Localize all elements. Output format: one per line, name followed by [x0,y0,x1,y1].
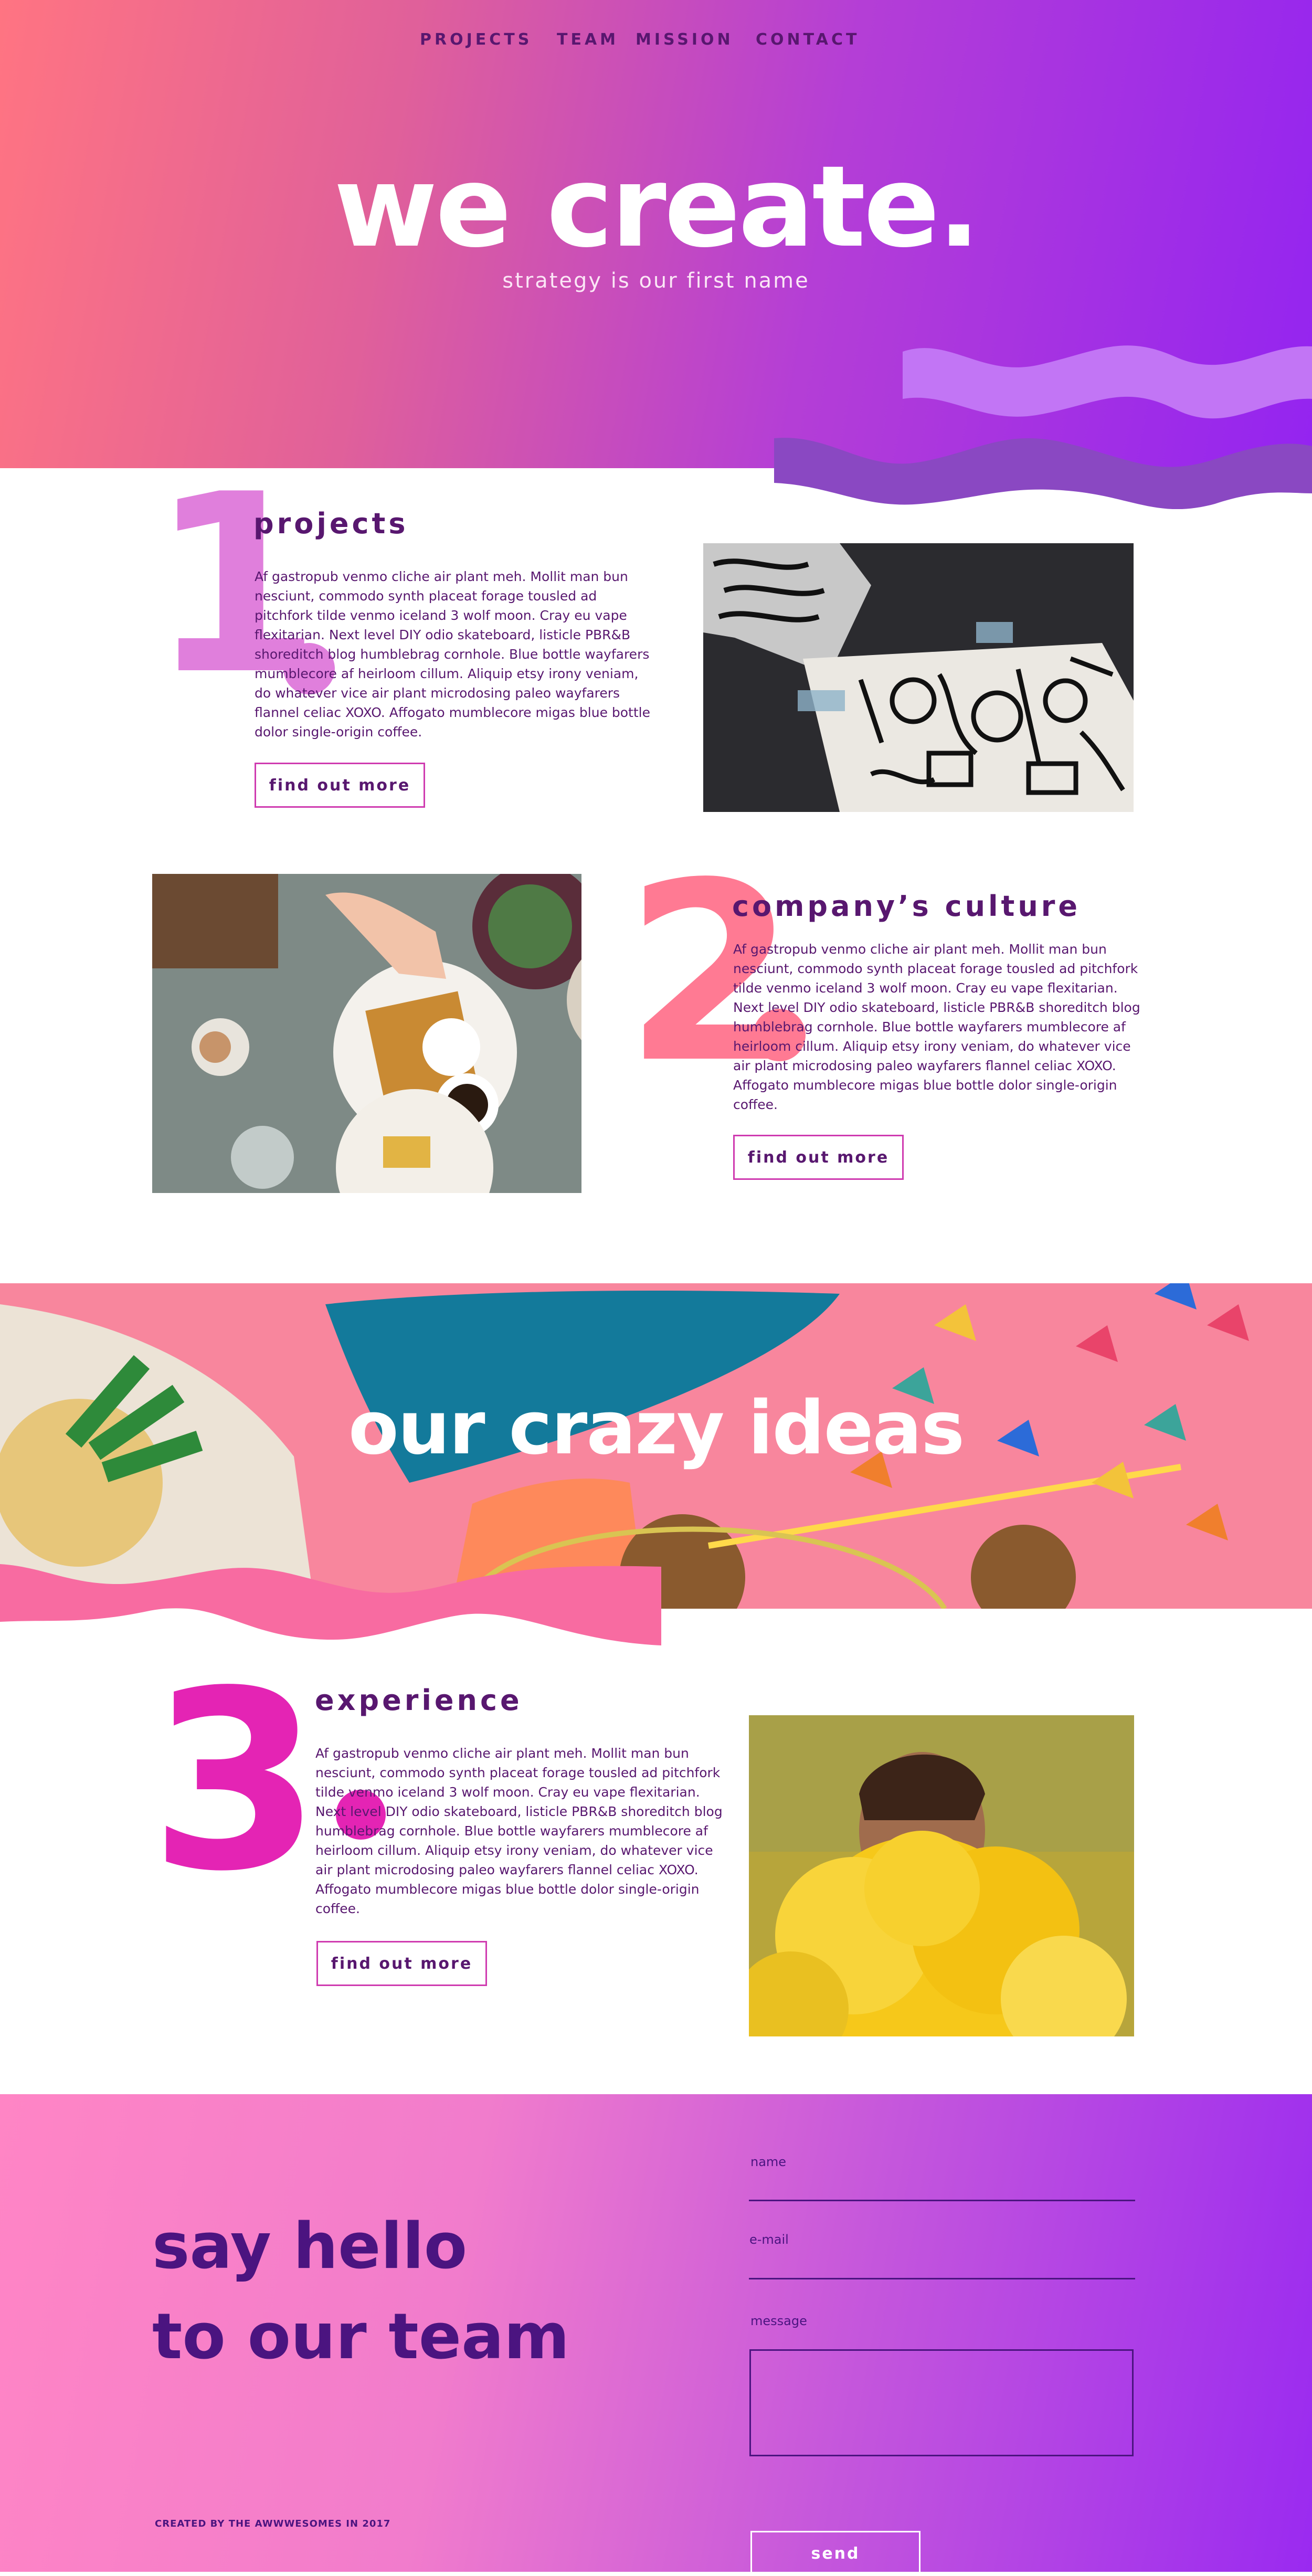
email-field[interactable] [749,2278,1135,2279]
nav-team[interactable]: TEAM [557,30,619,49]
name-field[interactable] [749,2200,1135,2201]
contact-heading: say hello to our team [152,2202,569,2382]
section-body-projects: Af gastropub venmo cliche air plant meh.… [255,569,650,740]
street-art-drawing-image [703,543,1134,812]
nav-contact[interactable]: CONTACT [756,30,860,49]
brunch-waffles-image [152,874,581,1193]
experience-photo [749,1715,1134,2036]
nav-projects[interactable]: PROJECTS [420,30,532,49]
section-body-experience: Af gastropub venmo cliche air plant meh.… [315,1746,723,1916]
name-label: name [750,2155,787,2169]
find-out-more-button[interactable]: find out more [316,1941,487,1986]
hero-title: we create. [333,142,980,272]
ideas-wave [0,1564,661,1645]
send-button[interactable]: send [750,2531,920,2576]
section-title-projects: projects [253,507,409,540]
ideas-title: our crazy ideas [348,1386,965,1471]
hero-wave-light [903,345,1312,419]
section-title-culture: company’s culture [732,890,1081,923]
hero-subtitle: strategy is our first name [502,269,810,293]
contact-heading-line-2: to our team [152,2300,570,2373]
find-out-more-button[interactable]: find out more [255,763,425,808]
section-body-culture: Af gastropub venmo cliche air plant meh.… [733,942,1140,1112]
section-number-3: 3 [150,1638,322,1925]
nav-mission[interactable]: MISSION [636,30,734,49]
email-label: e-mail [749,2232,789,2247]
section-title-experience: experience [315,1684,523,1717]
message-label: message [750,2314,807,2328]
hero-section: PROJECTS TEAM MISSION CONTACT we create.… [0,0,1312,468]
message-field[interactable] [749,2349,1134,2456]
find-out-more-button[interactable]: find out more [733,1135,904,1180]
footer-credit: CREATED BY THE AWWWESOMES IN 2017 [155,2518,391,2529]
contact-heading-line-1: say hello [152,2210,468,2283]
culture-photo [152,874,581,1193]
yellow-smoke-portrait-image [749,1715,1134,2036]
hero-wave-dark [774,438,1312,509]
top-nav: PROJECTS TEAM MISSION CONTACT [0,30,1312,51]
projects-photo [703,543,1134,812]
